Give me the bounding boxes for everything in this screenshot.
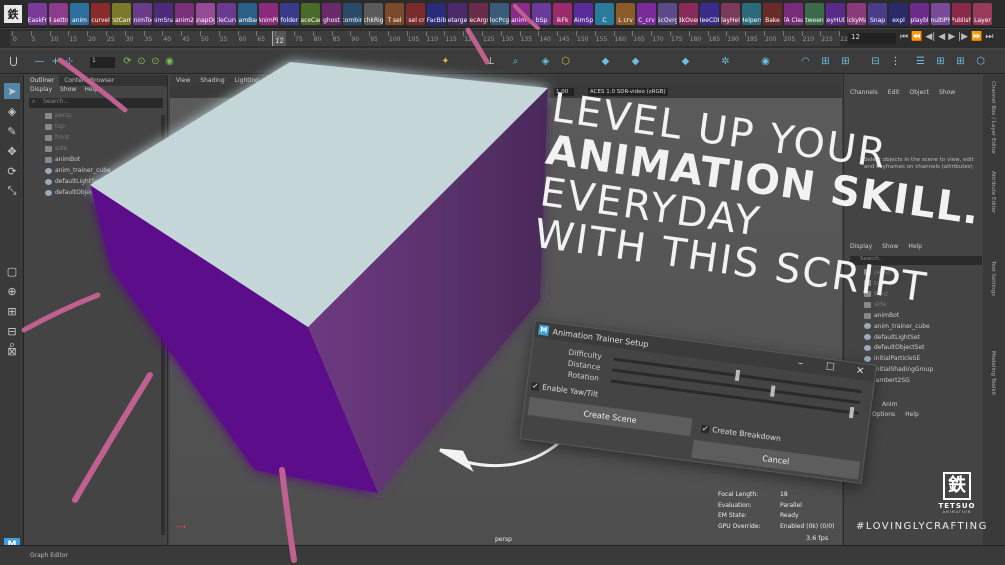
maximize-icon[interactable]: ☐ <box>824 361 837 373</box>
rotation-slider-knob[interactable] <box>848 406 855 419</box>
enable-yaw-tilt-label: Enable Yaw/Tilt <box>541 382 599 399</box>
hashtag: #LOVINGLYCRAFTING <box>856 521 988 532</box>
brand-sub: ANIMATION <box>942 510 972 514</box>
purple-cube <box>90 62 548 493</box>
checkbox-checked-icon: ✓ <box>700 423 710 434</box>
brand-word: TETSUO <box>938 502 976 510</box>
minimize-icon[interactable]: – <box>794 357 807 370</box>
brush-stroke-6 <box>513 4 540 30</box>
brush-stroke-4 <box>279 467 297 563</box>
brush-stroke-5 <box>465 27 490 65</box>
brush-stroke-2 <box>21 292 101 333</box>
close-icon[interactable]: ✕ <box>853 365 866 377</box>
tetsuo-brand: 鉄 TETSUO ANIMATION <box>937 472 977 514</box>
create-breakdown-label: Create Breakdown <box>711 425 782 444</box>
brush-stroke-1 <box>57 57 128 113</box>
tetsuo-logo-icon: 鉄 <box>943 472 971 500</box>
distance-slider-knob[interactable] <box>769 385 776 397</box>
difficulty-slider-knob[interactable] <box>734 369 741 382</box>
curved-arrow-icon <box>439 440 562 472</box>
maya-m-icon: M <box>538 324 550 336</box>
checkbox-checked-icon: ✓ <box>530 380 540 391</box>
create-scene-button[interactable]: Create Scene <box>527 396 693 437</box>
brush-stroke-3 <box>72 372 153 503</box>
maya-workspace: 鉄 EaskFrall settnganimcurvelrstCamanimTo… <box>0 0 1005 565</box>
create-breakdown-checkbox[interactable]: ✓ Create Breakdown <box>700 423 782 444</box>
enable-yaw-tilt-checkbox[interactable]: ✓ Enable Yaw/Tilt <box>530 380 599 399</box>
